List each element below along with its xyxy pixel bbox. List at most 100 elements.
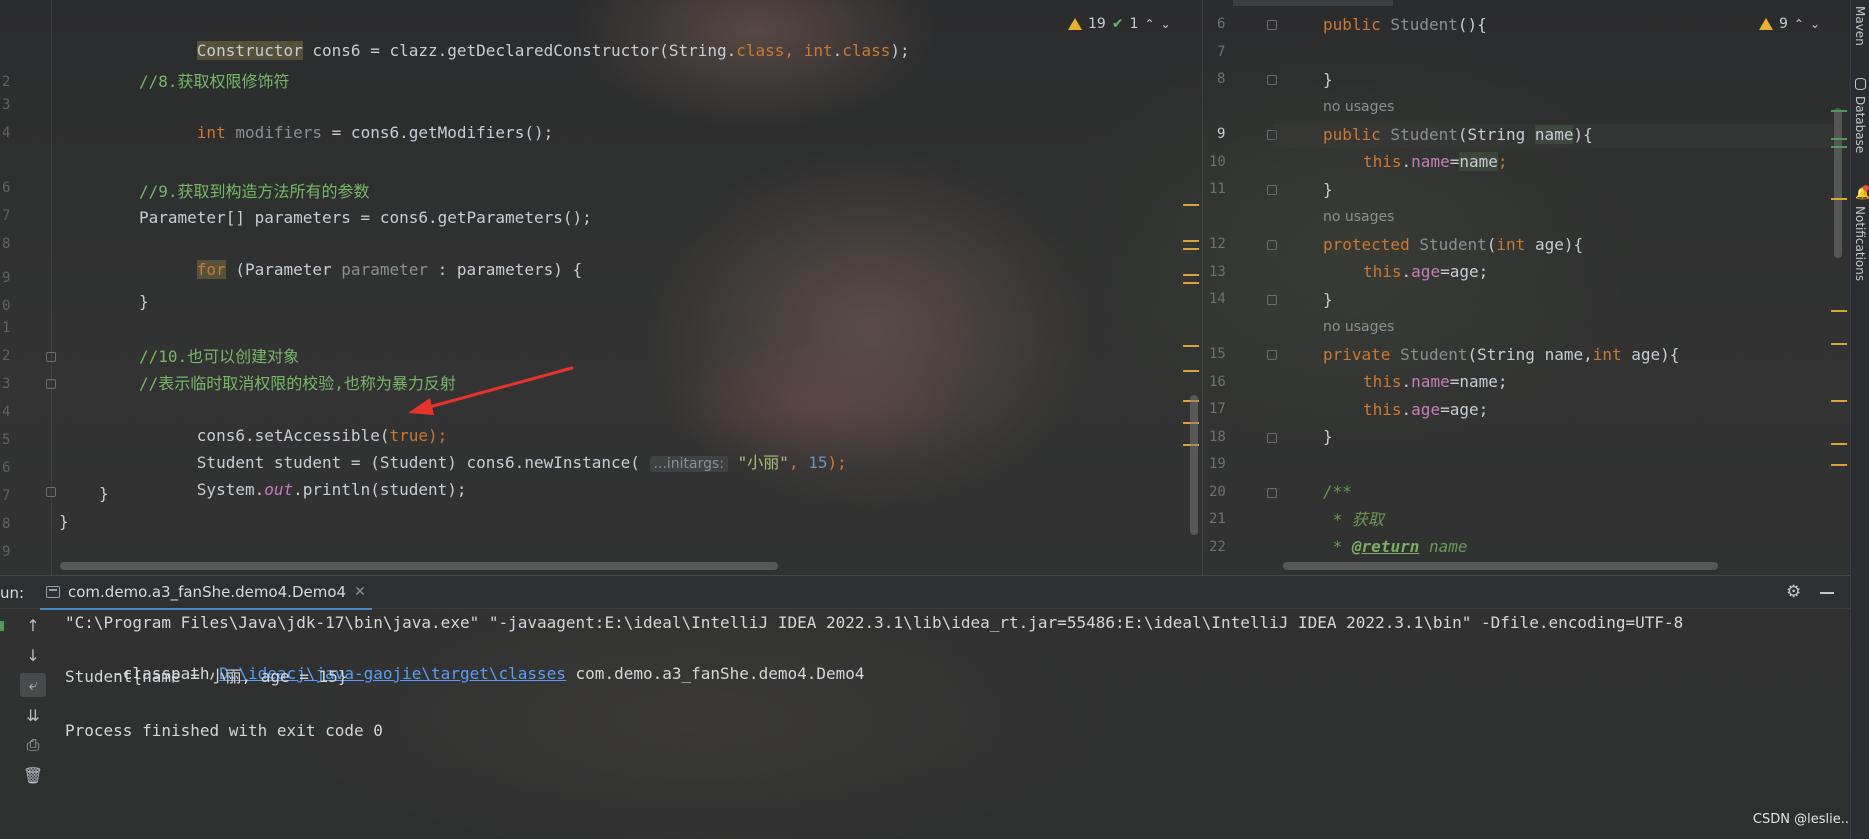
code-token: ( (1486, 235, 1497, 254)
change-marker[interactable] (1831, 138, 1847, 140)
database-icon (1855, 78, 1866, 90)
code-token: System. (196, 480, 265, 499)
code-token: . (1401, 262, 1412, 281)
inspection-widget[interactable]: 19 ✔ 1 ⌃ ⌄ (1068, 16, 1171, 32)
warning-count: 9 (1779, 16, 1788, 32)
fold-marker[interactable] (1267, 488, 1277, 498)
string-token: "小丽" (728, 453, 789, 472)
warning-marker[interactable] (1831, 400, 1847, 402)
gear-icon[interactable]: ⚙ (1786, 582, 1801, 602)
code-line: this.age=age; (1363, 398, 1488, 422)
arrow-down-icon[interactable]: ↓ (20, 643, 46, 667)
code-line: public Student(String name){ (1323, 123, 1593, 147)
fold-marker[interactable] (1267, 20, 1277, 30)
param-token: name (1459, 152, 1498, 171)
ok-count: 1 (1129, 16, 1139, 32)
line-number: 18 (1209, 429, 1226, 445)
console-icon (46, 586, 60, 598)
chevron-down-icon[interactable]: ⌄ (1810, 17, 1820, 31)
minimize-icon[interactable] (1820, 592, 1834, 594)
notifications-tab[interactable]: Notifications (1853, 206, 1867, 281)
code-token: (Parameter (225, 260, 342, 279)
chevron-down-icon[interactable]: ⌄ (1161, 17, 1171, 31)
arrow-up-icon[interactable]: ↑ (20, 613, 46, 637)
keyword-token: int (196, 123, 226, 142)
code-line: for (Parameter parameter : parameters) { (139, 234, 582, 279)
change-marker[interactable] (1831, 110, 1847, 112)
warning-icon (1068, 18, 1082, 30)
horizontal-scrollbar[interactable] (60, 562, 778, 570)
warning-marker[interactable] (1183, 345, 1199, 347)
vertical-scrollbar[interactable] (1834, 108, 1842, 258)
warning-marker[interactable] (1831, 464, 1847, 466)
horizontal-scrollbar[interactable] (1283, 562, 1718, 570)
line-number-current: 9 (1217, 126, 1226, 142)
no-usages-hint[interactable]: no usages (1323, 209, 1394, 225)
doc-token: * (1323, 537, 1352, 556)
constructor-token: Student (1380, 15, 1458, 34)
no-usages-hint[interactable]: no usages (1323, 99, 1394, 115)
soft-wrap-icon[interactable]: ⤶ (20, 673, 46, 697)
run-tool-window[interactable]: un: com.demo.a3_fanShe.demo4.Demo4 ✕ ⚙ ↑… (0, 575, 1850, 839)
vertical-scrollbar[interactable] (1190, 395, 1198, 535)
fold-marker[interactable] (1267, 75, 1277, 85)
code-line: this.name=name; (1363, 370, 1508, 394)
code-line: private Student(String name,int age){ (1323, 343, 1679, 367)
code-token: = (1449, 152, 1460, 171)
code-line: } (1323, 290, 1333, 309)
maven-tab[interactable]: Maven (1853, 6, 1867, 46)
keyword-token: this (1363, 262, 1402, 281)
warning-count: 19 (1088, 16, 1106, 32)
run-tab[interactable]: com.demo.a3_fanShe.demo4.Demo4 ✕ (40, 576, 372, 610)
right-editor[interactable]: 6 7 8 9 10 11 12 13 14 15 16 17 18 19 20… (1202, 0, 1850, 575)
run-header: un: com.demo.a3_fanShe.demo4.Demo4 ✕ ⚙ (0, 575, 1850, 610)
left-editor[interactable]: 2 3 4 6 7 8 9 0 1 2 3 4 5 6 7 8 9 Constr… (0, 0, 1200, 575)
console-output-line: "C:\Program Files\Java\jdk-17\bin\java.e… (65, 613, 1684, 632)
fold-marker[interactable] (1267, 433, 1277, 443)
code-token: age){ (1621, 345, 1680, 364)
line-number: 21 (1209, 511, 1226, 527)
keyword-token: public (1323, 125, 1381, 144)
fold-marker[interactable] (1267, 240, 1277, 250)
fold-marker[interactable] (1267, 350, 1277, 360)
left-code-area[interactable]: Constructor cons6 = clazz.getDeclaredCon… (0, 0, 1190, 575)
warning-marker[interactable] (1183, 274, 1199, 276)
code-token: ); (827, 453, 847, 472)
warning-marker[interactable] (1183, 204, 1199, 206)
code-line: } (59, 512, 69, 531)
inspection-widget[interactable]: 9 ⌃ ⌄ (1759, 16, 1820, 32)
field-token: age (1411, 262, 1441, 281)
right-code-area[interactable]: public Student(){ } no usages public Stu… (1323, 0, 1823, 575)
code-line: } (99, 484, 109, 503)
warning-marker[interactable] (1831, 198, 1847, 200)
warning-marker[interactable] (1183, 282, 1199, 284)
close-icon[interactable]: ✕ (354, 584, 366, 600)
parameter-hint: ...initargs: (649, 456, 729, 472)
warning-marker[interactable] (1831, 343, 1847, 345)
warning-marker[interactable] (1183, 370, 1199, 372)
unused-var-token: modifiers (225, 123, 323, 142)
warning-marker[interactable] (1831, 310, 1847, 312)
warning-marker[interactable] (1183, 240, 1199, 242)
print-icon[interactable]: ⎙ (20, 733, 46, 757)
line-number: 10 (1209, 154, 1226, 170)
warning-marker[interactable] (1183, 248, 1199, 250)
database-tab[interactable]: Database (1853, 96, 1867, 153)
doc-comment: /** (1323, 482, 1352, 501)
fold-marker[interactable] (1267, 185, 1277, 195)
fold-marker[interactable] (1267, 295, 1277, 305)
no-usages-hint[interactable]: no usages (1323, 319, 1394, 335)
change-marker[interactable] (1831, 146, 1847, 148)
keyword-token: class (736, 41, 785, 60)
code-token: : parameters) { (428, 260, 583, 279)
code-line: } (1323, 180, 1333, 199)
code-token: =age; (1440, 262, 1489, 281)
watermark: CSDN @leslie.. (1752, 812, 1849, 827)
chevron-up-icon[interactable]: ⌃ (1144, 17, 1154, 31)
constructor-token: Student (1380, 125, 1458, 144)
scroll-to-end-icon[interactable]: ⇊ (20, 703, 46, 727)
warning-marker[interactable] (1831, 443, 1847, 445)
code-token: =name; (1449, 372, 1508, 391)
chevron-up-icon[interactable]: ⌃ (1794, 17, 1804, 31)
trash-icon[interactable]: 🗑 (20, 763, 46, 787)
